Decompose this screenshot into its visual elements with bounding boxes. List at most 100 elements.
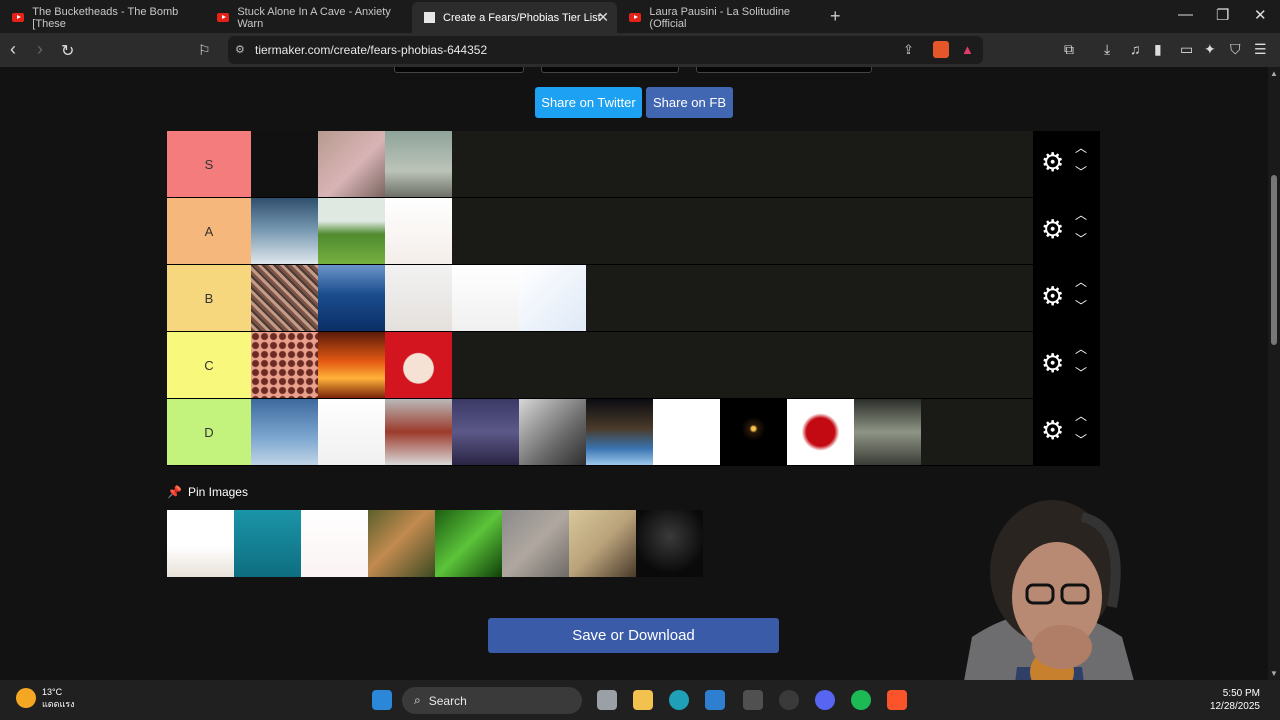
tab-bucketheads[interactable]: The Bucketheads - The Bomb [These bbox=[0, 2, 205, 33]
chevron-up-icon[interactable]: ︿ bbox=[1075, 340, 1087, 357]
pool-item-green-snake[interactable] bbox=[435, 510, 502, 577]
tier-label[interactable]: D bbox=[167, 399, 251, 465]
sidebar-icon[interactable]: ▮ bbox=[1154, 41, 1162, 58]
tier-label[interactable]: S bbox=[167, 131, 251, 197]
wallet-icon[interactable]: ▭ bbox=[1180, 41, 1193, 58]
tier-item-syringe[interactable] bbox=[318, 399, 385, 465]
obs-icon[interactable] bbox=[779, 690, 799, 710]
reload-icon[interactable]: ↻ bbox=[61, 41, 74, 61]
gear-icon[interactable]: ⚙ bbox=[1041, 417, 1064, 443]
file-explorer-icon[interactable] bbox=[633, 690, 653, 710]
chevron-down-icon[interactable]: ﹀ bbox=[1075, 431, 1087, 448]
save-download-button[interactable]: Save or Download bbox=[488, 618, 779, 653]
edge-icon[interactable] bbox=[669, 690, 689, 710]
tier-item-cockroach[interactable] bbox=[385, 198, 452, 264]
spotify-icon[interactable] bbox=[851, 690, 871, 710]
vertical-scrollbar[interactable]: ▲ ▼ bbox=[1268, 67, 1280, 680]
scroll-down-icon[interactable]: ▼ bbox=[1270, 669, 1278, 678]
tier-label[interactable]: B bbox=[167, 265, 251, 331]
site-info-icon[interactable]: ⚙ bbox=[235, 43, 245, 56]
tier-item-house-fire[interactable] bbox=[318, 332, 385, 398]
tier-label[interactable]: A bbox=[167, 198, 251, 264]
restore-icon[interactable]: ❐ bbox=[1216, 6, 1229, 24]
tier-item-alien[interactable] bbox=[854, 399, 921, 465]
task-view-icon[interactable] bbox=[597, 690, 617, 710]
dropdown-2[interactable] bbox=[541, 67, 679, 73]
tier-item-virus[interactable] bbox=[519, 265, 586, 331]
dropdown-3[interactable] bbox=[696, 67, 872, 73]
brave-rewards-icon[interactable]: ▲ bbox=[961, 42, 974, 57]
tier-item-candle-in-dark[interactable] bbox=[720, 399, 787, 465]
pool-item-scorpion-in-hand[interactable] bbox=[569, 510, 636, 577]
media-icon[interactable]: ♫ bbox=[1130, 41, 1141, 57]
new-tab-icon[interactable]: + bbox=[830, 6, 841, 27]
store-icon[interactable] bbox=[705, 690, 725, 710]
share-fb-button[interactable]: Share on FB bbox=[646, 87, 733, 118]
tier-item-trypophobia-holes[interactable] bbox=[251, 332, 318, 398]
pool-item-dark-mist[interactable] bbox=[636, 510, 703, 577]
tier-item-crowd[interactable] bbox=[251, 265, 318, 331]
menu-icon[interactable]: ☰ bbox=[1254, 41, 1267, 58]
app-icon[interactable] bbox=[743, 690, 763, 710]
tab-tierlist[interactable]: Create a Fears/Phobias Tier List ✕ bbox=[412, 2, 617, 33]
tier-item-microphone[interactable] bbox=[452, 265, 519, 331]
chevron-down-icon[interactable]: ﹀ bbox=[1075, 364, 1087, 381]
url-bar[interactable]: ⚙ tiermaker.com/create/fears-phobias-644… bbox=[228, 36, 983, 64]
scroll-up-icon[interactable]: ▲ bbox=[1270, 69, 1278, 78]
scrollbar-thumb[interactable] bbox=[1271, 175, 1277, 345]
tier-item-clown[interactable] bbox=[385, 332, 452, 398]
tier-item-asteroid-earth[interactable] bbox=[586, 399, 653, 465]
tier-label[interactable]: C bbox=[167, 332, 251, 398]
pool-item-centipede[interactable] bbox=[502, 510, 569, 577]
tier-item-glass-floor-heights[interactable] bbox=[385, 131, 452, 197]
tier-item-tarantula[interactable] bbox=[385, 265, 452, 331]
tier-item-deep-ocean[interactable] bbox=[318, 265, 385, 331]
chevron-down-icon[interactable]: ﹀ bbox=[1075, 163, 1087, 180]
tier-item-scared-girl[interactable] bbox=[318, 131, 385, 197]
chevron-down-icon[interactable]: ﹀ bbox=[1075, 297, 1087, 314]
tier-item-dark-window[interactable] bbox=[251, 131, 318, 197]
tier-item-shark[interactable] bbox=[251, 198, 318, 264]
vpn-icon[interactable]: ⛉ bbox=[1230, 41, 1241, 58]
taskbar-search[interactable]: ⌕ Search bbox=[402, 687, 582, 714]
bookmark-icon[interactable]: ⚐ bbox=[198, 42, 211, 59]
discord-icon[interactable] bbox=[815, 690, 835, 710]
tier-item-blood-splatter[interactable] bbox=[787, 399, 854, 465]
share-twitter-button[interactable]: Share on Twitter bbox=[535, 87, 642, 118]
close-tab-icon[interactable]: ✕ bbox=[597, 9, 609, 26]
tier-item-rope-knot[interactable] bbox=[653, 399, 720, 465]
gear-icon[interactable]: ⚙ bbox=[1041, 350, 1064, 376]
back-icon[interactable]: ‹ bbox=[10, 39, 16, 60]
gear-icon[interactable]: ⚙ bbox=[1041, 283, 1064, 309]
windows-start-icon[interactable] bbox=[372, 690, 392, 710]
tab-laura-pausini[interactable]: Laura Pausini - La Solitudine (Official bbox=[617, 2, 822, 33]
share-icon[interactable]: ⇪ bbox=[903, 42, 914, 58]
chevron-up-icon[interactable]: ︿ bbox=[1075, 407, 1087, 424]
chevron-down-icon[interactable]: ﹀ bbox=[1075, 230, 1087, 247]
close-window-icon[interactable]: ✕ bbox=[1254, 6, 1267, 24]
dropdown-1[interactable] bbox=[394, 67, 524, 73]
pool-item-mouse[interactable] bbox=[167, 510, 234, 577]
minimize-icon[interactable]: — bbox=[1178, 6, 1193, 23]
gear-icon[interactable]: ⚙ bbox=[1041, 149, 1064, 175]
chevron-up-icon[interactable]: ︿ bbox=[1075, 139, 1087, 156]
tier-item-airplane[interactable] bbox=[251, 399, 318, 465]
tier-item-lightning[interactable] bbox=[452, 399, 519, 465]
tab-stuck-alone[interactable]: Stuck Alone In A Cave - Anxiety Warn bbox=[205, 2, 410, 33]
chevron-up-icon[interactable]: ︿ bbox=[1075, 273, 1087, 290]
brave-icon[interactable] bbox=[887, 690, 907, 710]
leo-ai-icon[interactable]: ✦ bbox=[1204, 41, 1216, 58]
system-clock[interactable]: 5:50 PM 12/28/2025 bbox=[1210, 687, 1260, 713]
forward-icon[interactable]: › bbox=[37, 39, 43, 60]
gear-icon[interactable]: ⚙ bbox=[1041, 216, 1064, 242]
tier-item-marionette-puppet[interactable] bbox=[385, 399, 452, 465]
pool-item-lizard[interactable] bbox=[368, 510, 435, 577]
tier-item-gravestone[interactable] bbox=[318, 198, 385, 264]
tier-item-black-and-white-man-portrait[interactable] bbox=[519, 399, 586, 465]
weather-widget[interactable]: 13°C แดดแรง bbox=[16, 686, 75, 710]
downloads-icon[interactable]: ⤓ bbox=[1104, 41, 1110, 58]
pool-item-jellyfish-diver[interactable] bbox=[234, 510, 301, 577]
screenshot-icon[interactable]: ⧉ bbox=[1064, 41, 1074, 58]
chevron-up-icon[interactable]: ︿ bbox=[1075, 206, 1087, 223]
brave-shields-icon[interactable] bbox=[933, 41, 949, 58]
